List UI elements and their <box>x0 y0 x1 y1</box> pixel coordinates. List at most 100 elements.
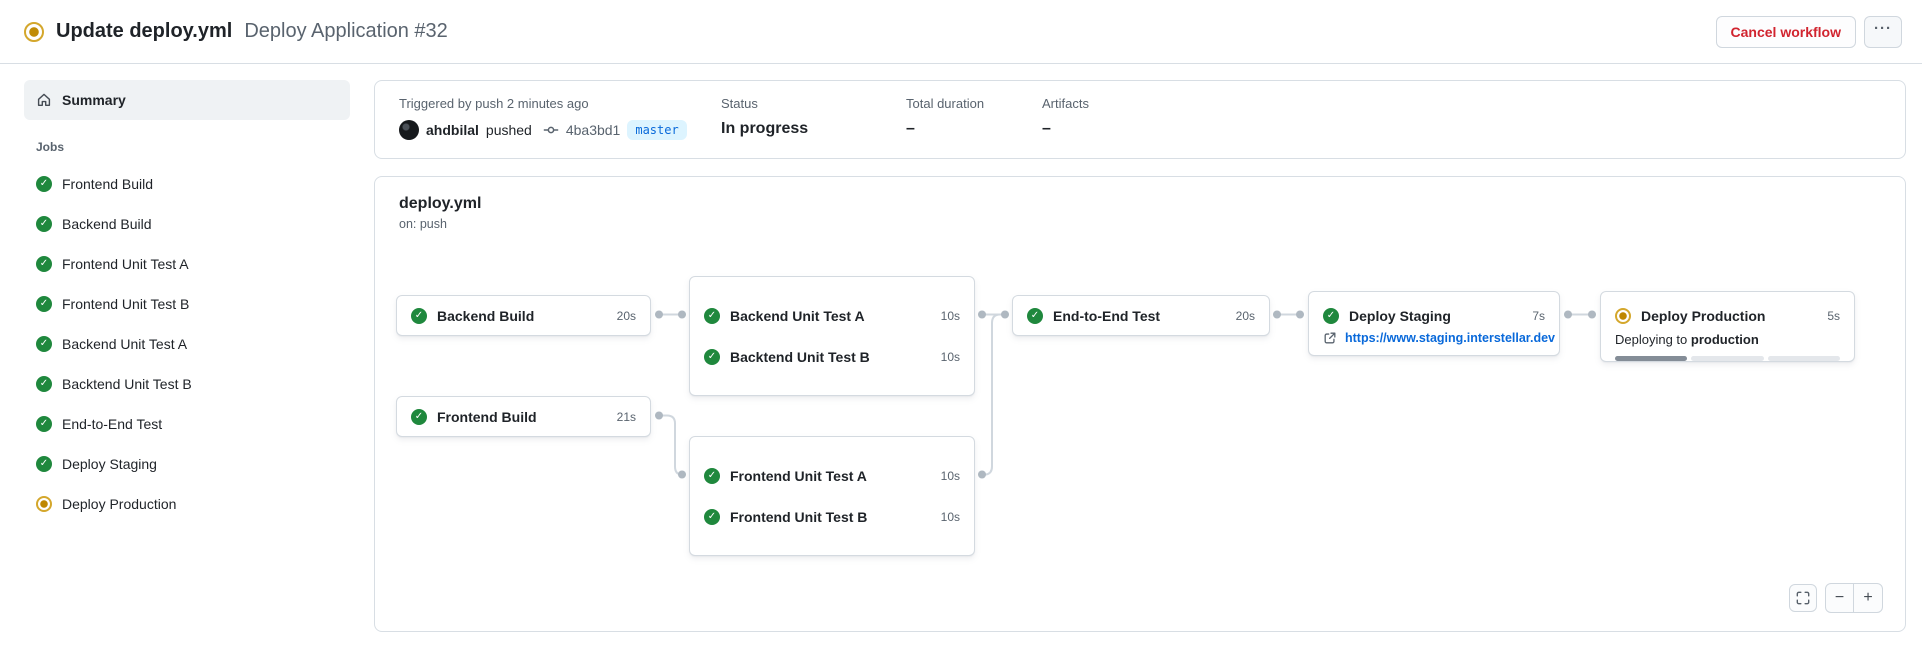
success-icon <box>411 409 427 425</box>
avatar[interactable] <box>399 120 419 140</box>
sidebar-job-item[interactable]: Backend Build <box>24 204 350 244</box>
fullscreen-button[interactable] <box>1789 584 1817 612</box>
sidebar-job-item[interactable]: Deploy Production <box>24 484 350 524</box>
sidebar-job-label: Deploy Staging <box>62 456 157 472</box>
job-node-duration: 21s <box>617 410 636 424</box>
success-icon <box>36 296 52 312</box>
success-icon <box>36 176 52 192</box>
status-value: In progress <box>721 120 906 138</box>
more-options-button[interactable]: ··· <box>1864 16 1902 48</box>
job-node-label: Backend Build <box>437 308 534 324</box>
sidebar-job-item[interactable]: Deploy Staging <box>24 444 350 484</box>
jobs-section-label: Jobs <box>36 140 350 154</box>
sidebar-job-item[interactable]: Backtend Unit Test B <box>24 364 350 404</box>
duration-value: – <box>906 120 1042 138</box>
home-icon <box>36 92 52 108</box>
deploy-note: Deploying to production <box>1601 329 1854 347</box>
in-progress-icon <box>1615 308 1631 324</box>
job-node-label: End-to-End Test <box>1053 308 1160 324</box>
status-label: Status <box>721 96 906 111</box>
job-node-deploy-staging[interactable]: Deploy Staging 7s https://www.staging.in… <box>1308 291 1560 356</box>
external-link-icon <box>1323 331 1337 345</box>
job-node-backend-test-b[interactable]: Backtend Unit Test B 10s <box>690 336 974 377</box>
job-node-duration: 10s <box>941 469 960 483</box>
actor-name[interactable]: ahdbilal <box>426 122 479 138</box>
success-icon <box>704 468 720 484</box>
job-node-duration: 10s <box>941 309 960 323</box>
commit-icon <box>543 122 559 138</box>
success-icon <box>36 456 52 472</box>
success-icon <box>704 349 720 365</box>
staging-environment-link[interactable]: https://www.staging.interstellar.dev <box>1345 331 1555 345</box>
jobs-list: Frontend Build Backend Build Frontend Unit… <box>24 164 350 524</box>
sidebar-job-label: Deploy Production <box>62 496 176 512</box>
in-progress-icon <box>36 496 52 512</box>
job-node-backend-test-a[interactable]: Backend Unit Test A 10s <box>690 295 974 336</box>
success-icon <box>36 256 52 272</box>
sidebar-job-label: Frontend Build <box>62 176 153 192</box>
job-node-label: Deploy Staging <box>1349 308 1451 324</box>
run-name: Deploy Application #32 <box>244 20 447 43</box>
sidebar-job-item[interactable]: Frontend Build <box>24 164 350 204</box>
commit-message: Update deploy.yml <box>56 20 232 43</box>
success-icon <box>704 308 720 324</box>
job-node-duration: 10s <box>941 510 960 524</box>
success-icon <box>1027 308 1043 324</box>
success-icon <box>36 216 52 232</box>
sidebar-job-label: End-to-End Test <box>62 416 162 432</box>
action-text: pushed <box>486 122 532 138</box>
job-node-label: Frontend Build <box>437 409 537 425</box>
run-title: Update deploy.yml Deploy Application #32 <box>24 20 448 43</box>
workflow-graph: deploy.yml on: push <box>374 176 1906 632</box>
sidebar-job-label: Backend Unit Test A <box>62 336 187 352</box>
job-node-label: Backend Unit Test A <box>730 308 865 324</box>
sidebar-job-item[interactable]: Frontend Unit Test A <box>24 244 350 284</box>
success-icon <box>411 308 427 324</box>
duration-label: Total duration <box>906 96 1042 111</box>
job-node-e2e-test[interactable]: End-to-End Test 20s <box>1012 295 1270 336</box>
job-node-label: Deploy Production <box>1641 308 1765 324</box>
success-icon <box>36 416 52 432</box>
job-node-label: Frontend Unit Test A <box>730 468 867 484</box>
run-summary-card: Triggered by push 2 minutes ago ahdbilal… <box>374 80 1906 159</box>
job-node-duration: 20s <box>617 309 636 323</box>
job-node-duration: 20s <box>1236 309 1255 323</box>
job-node-backend-build[interactable]: Backend Build 20s <box>396 295 651 336</box>
progress-segment <box>1615 356 1687 361</box>
artifacts-label: Artifacts <box>1042 96 1089 111</box>
success-icon <box>704 509 720 525</box>
job-node-frontend-test-b[interactable]: Frontend Unit Test B 10s <box>690 496 974 537</box>
sidebar-job-label: Frontend Unit Test A <box>62 256 189 272</box>
zoom-out-button[interactable]: − <box>1826 584 1854 612</box>
sidebar-job-label: Frontend Unit Test B <box>62 296 189 312</box>
sidebar-job-label: Backtend Unit Test B <box>62 376 192 392</box>
zoom-in-button[interactable]: + <box>1854 584 1882 612</box>
job-node-deploy-production[interactable]: Deploy Production 5s Deploying to produc… <box>1600 291 1855 362</box>
job-node-duration: 5s <box>1827 309 1840 323</box>
success-icon <box>36 376 52 392</box>
fullscreen-icon <box>1796 591 1810 605</box>
branch-badge[interactable]: master <box>627 120 686 140</box>
success-icon <box>1323 308 1339 324</box>
run-header: Update deploy.yml Deploy Application #32… <box>0 0 1922 64</box>
job-node-duration: 7s <box>1532 309 1545 323</box>
success-icon <box>36 336 52 352</box>
job-node-group-backend-tests: Backend Unit Test A 10s Backtend Unit Te… <box>689 276 975 396</box>
job-node-group-frontend-tests: Frontend Unit Test A 10s Frontend Unit T… <box>689 436 975 556</box>
cancel-workflow-button[interactable]: Cancel workflow <box>1716 16 1856 48</box>
trigger-text: Triggered by push 2 minutes ago <box>399 96 721 111</box>
job-node-frontend-test-a[interactable]: Frontend Unit Test A 10s <box>690 455 974 496</box>
in-progress-icon <box>24 22 44 42</box>
job-node-label: Frontend Unit Test B <box>730 509 867 525</box>
sidebar-job-item[interactable]: Backend Unit Test A <box>24 324 350 364</box>
deploy-progress-bar <box>1601 347 1854 361</box>
progress-segment <box>1691 356 1763 361</box>
artifacts-value: – <box>1042 120 1089 138</box>
job-node-duration: 10s <box>941 350 960 364</box>
sidebar: Summary Jobs Frontend Build Backend Build… <box>24 80 350 650</box>
sidebar-job-item[interactable]: End-to-End Test <box>24 404 350 444</box>
commit-sha[interactable]: 4ba3bd1 <box>566 122 621 138</box>
job-node-frontend-build[interactable]: Frontend Build 21s <box>396 396 651 437</box>
sidebar-item-summary[interactable]: Summary <box>24 80 350 120</box>
sidebar-job-item[interactable]: Frontend Unit Test B <box>24 284 350 324</box>
